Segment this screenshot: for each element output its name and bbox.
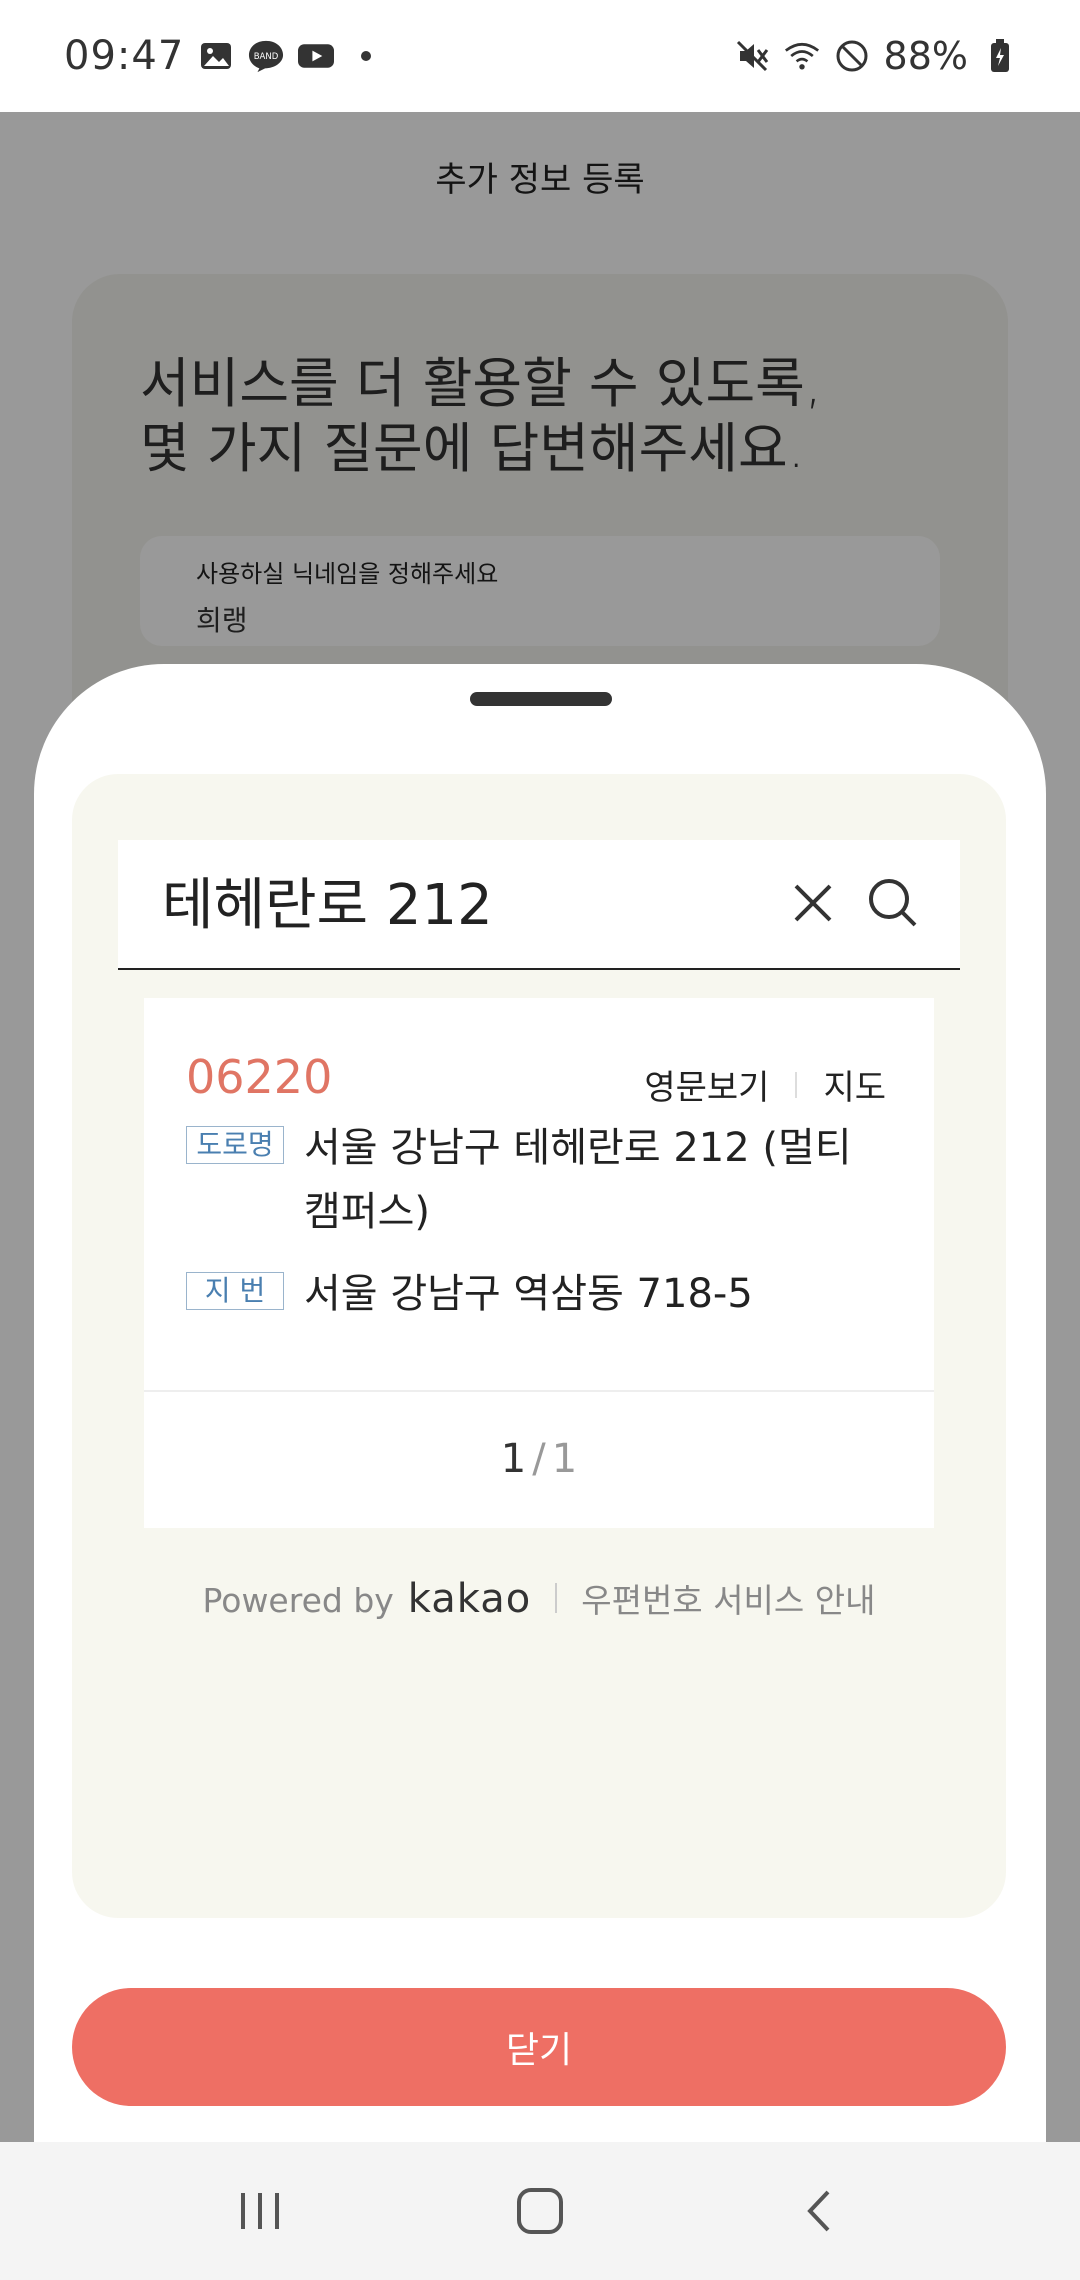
map-link[interactable]: 지도	[823, 1060, 886, 1109]
search-bar	[118, 840, 960, 970]
road-address-row[interactable]: 도로명 서울 강남구 테헤란로 212 (멀티캠퍼스)	[186, 1116, 874, 1244]
jibun-address-tag: 지 번	[186, 1272, 284, 1310]
postcode-bottom-sheet: 06220 영문보기 지도 도로명 서울 강남구 테헤란로 212 (멀티캠퍼스…	[34, 664, 1046, 2142]
gallery-icon	[198, 38, 234, 74]
search-result[interactable]: 06220 영문보기 지도 도로명 서울 강남구 테헤란로 212 (멀티캠퍼스…	[144, 998, 934, 1528]
back-icon[interactable]	[780, 2171, 860, 2251]
road-address-tag: 도로명	[186, 1126, 284, 1164]
wifi-icon	[784, 38, 820, 74]
page-current: 1	[500, 1436, 527, 1482]
recent-apps-icon[interactable]	[220, 2171, 300, 2251]
mute-icon	[734, 38, 770, 74]
page-total: 1	[551, 1436, 578, 1482]
english-address-link[interactable]: 영문보기	[644, 1060, 769, 1109]
status-right: 88%	[734, 34, 1018, 78]
jibun-address-row[interactable]: 지 번 서울 강남구 역삼동 718-5	[186, 1262, 874, 1326]
band-icon: BAND	[248, 38, 284, 74]
dot-icon	[348, 38, 384, 74]
pagination: 1/1	[144, 1436, 934, 1482]
dnd-icon	[834, 38, 870, 74]
powered-by-footer: Powered by kakao 우편번호 서비스 안내	[72, 1574, 1006, 1622]
home-icon[interactable]	[500, 2171, 580, 2251]
result-actions: 영문보기 지도	[644, 1060, 886, 1109]
page-separator: /	[532, 1436, 546, 1482]
battery-percentage: 88%	[883, 34, 968, 78]
address-search-input[interactable]	[162, 868, 762, 933]
zipcode[interactable]: 06220	[186, 1050, 332, 1104]
status-time: 09:47	[64, 33, 185, 79]
svg-text:BAND: BAND	[254, 52, 279, 62]
close-button[interactable]: 닫기	[72, 1988, 1006, 2106]
battery-icon	[982, 38, 1018, 74]
sheet-drag-handle[interactable]	[470, 692, 612, 706]
road-address[interactable]: 서울 강남구 테헤란로 212 (멀티캠퍼스)	[304, 1116, 874, 1244]
footer-divider	[555, 1583, 558, 1613]
status-bar: 09:47 BAND 88%	[0, 0, 1080, 112]
system-nav-bar	[0, 2142, 1080, 2280]
search-icon[interactable]	[866, 876, 920, 930]
postcode-service-info-link[interactable]: 우편번호 서비스 안내	[581, 1574, 875, 1622]
status-left: 09:47 BAND	[64, 33, 384, 79]
jibun-address[interactable]: 서울 강남구 역삼동 718-5	[304, 1262, 874, 1326]
action-divider	[795, 1071, 798, 1098]
postcode-search-panel: 06220 영문보기 지도 도로명 서울 강남구 테헤란로 212 (멀티캠퍼스…	[72, 774, 1006, 1918]
powered-by-label: Powered by	[202, 1581, 394, 1620]
youtube-icon	[298, 38, 335, 74]
kakao-logo[interactable]: kakao	[408, 1576, 531, 1622]
result-divider	[144, 1390, 934, 1392]
close-icon[interactable]	[788, 878, 838, 928]
